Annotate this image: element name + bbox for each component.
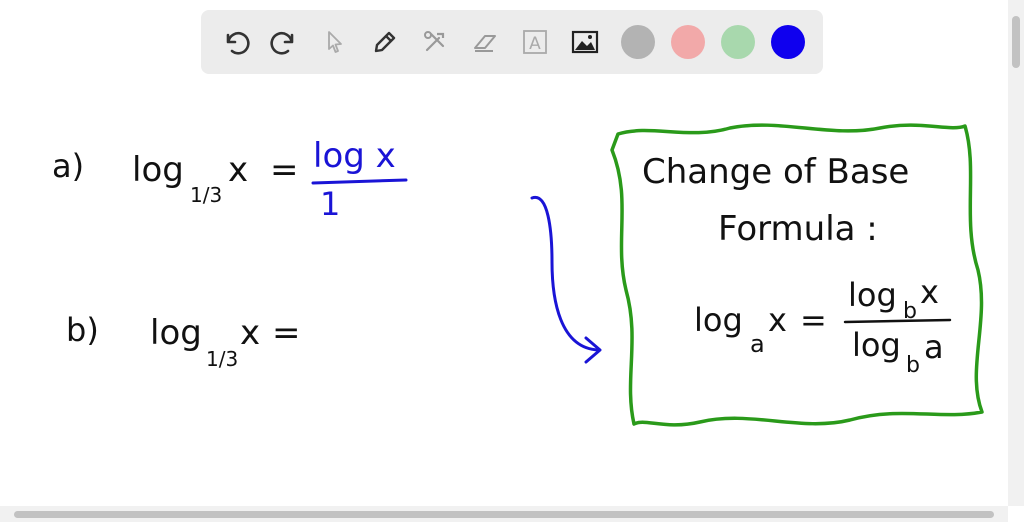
part-a-label: a) bbox=[52, 147, 84, 185]
part-a-equals: = bbox=[270, 150, 299, 190]
box-title-line1: Change of Base bbox=[642, 152, 909, 192]
formula-lhs-x: x bbox=[768, 301, 787, 339]
formula-numerator-x: x bbox=[920, 273, 939, 311]
part-b-base: 1/3 bbox=[206, 347, 238, 371]
change-of-base-formula: Change of Base Formula : log a x = log b… bbox=[642, 152, 952, 378]
vertical-scrollbar[interactable] bbox=[1008, 0, 1024, 506]
part-b-equation: b) log 1/3 x = bbox=[66, 311, 301, 371]
formula-lhs-base: a bbox=[750, 330, 765, 358]
formula-equals: = bbox=[800, 301, 827, 339]
horizontal-scroll-thumb[interactable] bbox=[14, 511, 994, 518]
part-a-numerator: log x bbox=[313, 136, 396, 176]
part-b-label: b) bbox=[66, 311, 99, 349]
vertical-scroll-thumb[interactable] bbox=[1012, 16, 1020, 68]
part-b-x: x bbox=[240, 313, 260, 353]
part-b-equals: = bbox=[272, 313, 301, 353]
part-a-base: 1/3 bbox=[190, 183, 222, 207]
curved-arrow bbox=[530, 195, 602, 364]
whiteboard-canvas[interactable]: a) log 1/3 x = log x 1 b) log 1/3 x = Ch… bbox=[0, 0, 1024, 522]
formula-denominator-a: a bbox=[924, 328, 944, 366]
part-a-x: x bbox=[228, 150, 248, 190]
formula-numerator-log: log bbox=[848, 276, 897, 314]
horizontal-scrollbar[interactable] bbox=[0, 506, 1008, 522]
part-a-fraction-bar bbox=[311, 178, 408, 185]
formula-denominator-log: log bbox=[852, 326, 901, 364]
formula-denominator-base: b bbox=[906, 353, 920, 378]
formula-fraction-bar bbox=[843, 318, 952, 324]
formula-lhs-log: log bbox=[694, 301, 743, 339]
part-a-log: log bbox=[132, 150, 184, 190]
box-title-line2: Formula : bbox=[718, 209, 878, 249]
part-a-equation: a) log 1/3 x = log x 1 bbox=[52, 136, 408, 223]
part-a-denominator: 1 bbox=[320, 185, 340, 223]
part-b-log: log bbox=[150, 313, 202, 353]
